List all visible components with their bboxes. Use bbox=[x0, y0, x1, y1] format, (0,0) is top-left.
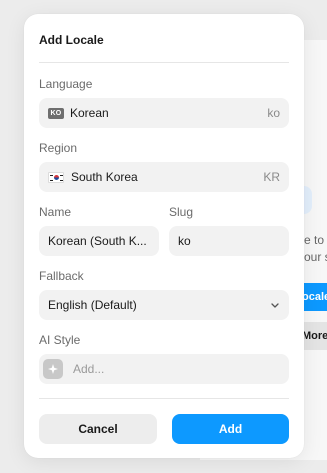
background-text-line1: e to bbox=[304, 233, 325, 247]
cancel-button[interactable]: Cancel bbox=[39, 414, 157, 444]
background-text-line2: our s bbox=[304, 250, 327, 264]
region-code: KR bbox=[263, 170, 280, 184]
ai-style-placeholder: Add... bbox=[73, 362, 105, 376]
name-input[interactable]: Korean (South K... bbox=[39, 226, 159, 256]
language-select[interactable]: KO Korean ko bbox=[39, 98, 289, 128]
sparkle-icon bbox=[43, 359, 63, 379]
language-code-icon: KO bbox=[48, 107, 64, 119]
header-divider bbox=[39, 62, 289, 63]
fallback-select[interactable]: English (Default) bbox=[39, 290, 289, 320]
fallback-value: English (Default) bbox=[48, 298, 137, 312]
region-value: South Korea bbox=[71, 170, 138, 184]
language-code: ko bbox=[267, 106, 280, 120]
name-value: Korean (South K... bbox=[48, 234, 147, 248]
language-value: Korean bbox=[70, 106, 109, 120]
ai-style-input[interactable]: Add... bbox=[39, 354, 289, 384]
language-label: Language bbox=[39, 77, 93, 91]
name-label: Name bbox=[39, 205, 72, 219]
slug-label: Slug bbox=[169, 205, 194, 219]
footer-divider bbox=[39, 398, 289, 399]
ai-style-label: AI Style bbox=[39, 333, 81, 347]
slug-value: ko bbox=[178, 234, 191, 248]
region-label: Region bbox=[39, 141, 78, 155]
fallback-label: Fallback bbox=[39, 269, 84, 283]
add-locale-dialog: Add Locale Language KO Korean ko Region … bbox=[24, 14, 304, 458]
slug-input[interactable]: ko bbox=[169, 226, 289, 256]
chevron-down-icon bbox=[271, 303, 279, 308]
dialog-title: Add Locale bbox=[39, 33, 104, 47]
add-button[interactable]: Add bbox=[172, 414, 289, 444]
region-select[interactable]: South Korea KR bbox=[39, 162, 289, 192]
south-korea-flag-icon bbox=[48, 171, 64, 183]
